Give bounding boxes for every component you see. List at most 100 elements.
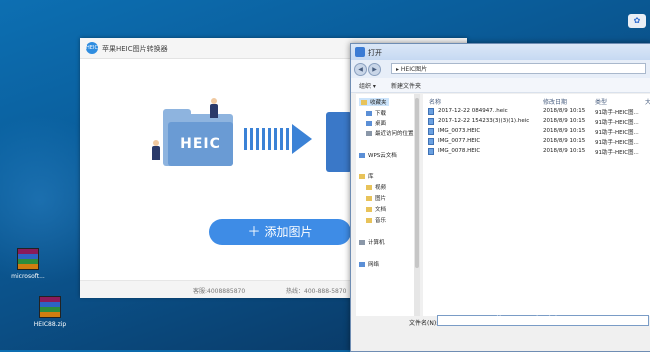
new-folder-button[interactable]: 新建文件夹	[391, 81, 421, 90]
filename-label: 文件名(N):	[409, 320, 439, 327]
dialog-app-icon	[355, 47, 365, 57]
desktop-icon-label: microsoft...	[11, 273, 45, 280]
address-bar[interactable]: ▸ HEIC图片	[391, 63, 646, 74]
file-date: 2018/8/9 10:15	[543, 118, 586, 124]
sidebar-scrollbar[interactable]	[414, 94, 420, 316]
sidebar-item-documents[interactable]: 文档	[366, 205, 386, 213]
add-image-button[interactable]: ＋添加图片	[209, 219, 351, 245]
file-type: 91助手-HEIC图...	[595, 140, 639, 146]
desktop-icon-label: HEIC88.zip	[33, 321, 67, 328]
heic-folder-icon: HEIC	[168, 122, 233, 166]
file-date: 2018/8/9 10:15	[543, 128, 586, 134]
add-image-label: 添加图片	[264, 225, 313, 239]
winrar-archive-icon	[17, 248, 39, 270]
baidu-watermark: Baidu 经验 jingyan.baidu.com	[496, 273, 604, 326]
back-arrow-icon[interactable]: ◀	[354, 63, 367, 76]
file-name: 2017-12-22 084947..heic	[438, 108, 508, 114]
watermark-url: jingyan.baidu.com	[496, 315, 589, 326]
convert-arrow-icon	[292, 124, 312, 154]
computer-icon	[359, 240, 365, 245]
heic-file-icon	[428, 148, 434, 155]
sidebar-item-pictures[interactable]: 图片	[366, 194, 386, 202]
file-date: 2018/8/9 10:15	[543, 108, 586, 114]
sidebar-item-libraries[interactable]: 库	[359, 172, 374, 180]
file-type: 91助手-HEIC图...	[595, 120, 639, 126]
sidebar-item-label: 视频	[375, 185, 387, 191]
file-row[interactable]: IMG_0073.HEIC 2018/8/9 10:15 91助手-HEIC图.…	[423, 127, 650, 136]
device-icon	[326, 112, 352, 172]
sidebar-item-music[interactable]: 音乐	[366, 216, 386, 224]
watermark-logo: Baidu	[498, 273, 563, 297]
app-title: 苹果HEIC图片转换器	[102, 45, 168, 53]
sidebar-item-label: 最近访问的位置	[375, 131, 414, 137]
file-name: IMG_0073.HEIC	[438, 128, 481, 134]
sidebar-item-label: 库	[368, 174, 374, 180]
document-folder-icon	[366, 207, 372, 212]
sidebar-item-favorites[interactable]: 收藏夹	[359, 98, 389, 106]
app-logo-icon: HEIC	[86, 42, 98, 54]
dialog-title-bar[interactable]: 打开	[351, 44, 650, 60]
navigation-bar: ◀ ▶ ▸ HEIC图片	[351, 60, 650, 78]
library-icon	[359, 174, 365, 179]
sidebar-item-videos[interactable]: 视频	[366, 183, 386, 191]
star-icon	[361, 100, 367, 105]
address-path: HEIC图片	[400, 66, 428, 73]
heic-file-icon	[428, 138, 434, 145]
person-figure-icon	[152, 140, 160, 160]
column-header-name[interactable]: 名称	[429, 97, 441, 106]
file-type: 91助手-HEIC图...	[595, 130, 639, 136]
sidebar-item-label: 音乐	[375, 218, 387, 224]
command-bar: 组织 ▾ 新建文件夹	[351, 78, 650, 93]
music-folder-icon	[366, 218, 372, 223]
watermark-experience: 经验	[592, 279, 605, 286]
file-date: 2018/8/9 10:15	[543, 148, 586, 154]
sidebar-item-downloads[interactable]: 下载	[366, 109, 386, 117]
sidebar-item-network[interactable]: 网络	[359, 260, 379, 268]
recent-places-icon	[366, 131, 372, 136]
sidebar-item-label: WPS云文档	[368, 153, 397, 159]
file-row[interactable]: IMG_0078.HEIC 2018/8/9 10:15 91助手-HEIC图.…	[423, 147, 650, 156]
winrar-archive-icon	[39, 296, 61, 318]
plus-icon: ＋	[247, 225, 261, 240]
person-figure-icon	[210, 98, 218, 118]
sidebar-item-label: 下载	[375, 111, 387, 117]
arrow-stripes	[244, 128, 292, 150]
file-name: IMG_0077.HEIC	[438, 138, 481, 144]
sidebar-item-recent[interactable]: 最近访问的位置	[366, 129, 414, 137]
desktop-icon-microsoft[interactable]: microsoft...	[2, 248, 54, 280]
column-header-date[interactable]: 修改日期	[543, 97, 567, 106]
organize-button[interactable]: 组织 ▾	[359, 81, 376, 90]
sidebar-item-label: 文档	[375, 207, 387, 213]
column-header-size[interactable]: 大	[645, 97, 650, 106]
forward-arrow-icon[interactable]: ▶	[368, 63, 381, 76]
desktop-icon-heic-zip[interactable]: HEIC88.zip	[24, 296, 76, 328]
sidebar-item-label: 网络	[368, 262, 380, 268]
download-folder-icon	[366, 111, 372, 116]
sidebar-item-label: 图片	[375, 196, 387, 202]
picture-folder-icon	[366, 196, 372, 201]
sidebar-item-wps-cloud[interactable]: WPS云文档	[359, 151, 397, 159]
sidebar-item-computer[interactable]: 计算机	[359, 238, 385, 246]
scrollbar-thumb[interactable]	[415, 98, 419, 268]
navigation-pane: 收藏夹 下载 桌面 最近访问的位置 WPS云文档 库 视频 图片 文档 音乐 计…	[356, 94, 414, 316]
sidebar-item-label: 收藏夹	[370, 100, 387, 106]
cloud-icon	[359, 153, 365, 158]
file-row[interactable]: 2017-12-22 084947..heic 2018/8/9 10:15 9…	[423, 107, 650, 116]
file-date: 2018/8/9 10:15	[543, 138, 586, 144]
open-file-dialog: 打开 ◀ ▶ ▸ HEIC图片 组织 ▾ 新建文件夹 收藏夹 下载 桌面 最近访…	[350, 43, 650, 352]
heic-file-icon	[428, 108, 434, 115]
sidebar-item-desktop[interactable]: 桌面	[366, 119, 386, 127]
heic-file-icon	[428, 128, 434, 135]
file-row[interactable]: 2017-12-22 154233(3)(3)(1).heic 2018/8/9…	[423, 117, 650, 126]
tray-icon[interactable]: ✿	[628, 14, 646, 28]
file-row[interactable]: IMG_0077.HEIC 2018/8/9 10:15 91助手-HEIC图.…	[423, 137, 650, 146]
file-type: 91助手-HEIC图...	[595, 150, 639, 156]
sidebar-item-label: 计算机	[368, 240, 385, 246]
video-folder-icon	[366, 185, 372, 190]
network-icon	[359, 262, 365, 267]
desktop-folder-icon	[366, 121, 372, 126]
file-name: IMG_0078.HEIC	[438, 148, 481, 154]
heic-file-icon	[428, 118, 434, 125]
column-header-type[interactable]: 类型	[595, 97, 607, 106]
dialog-title: 打开	[368, 49, 382, 57]
